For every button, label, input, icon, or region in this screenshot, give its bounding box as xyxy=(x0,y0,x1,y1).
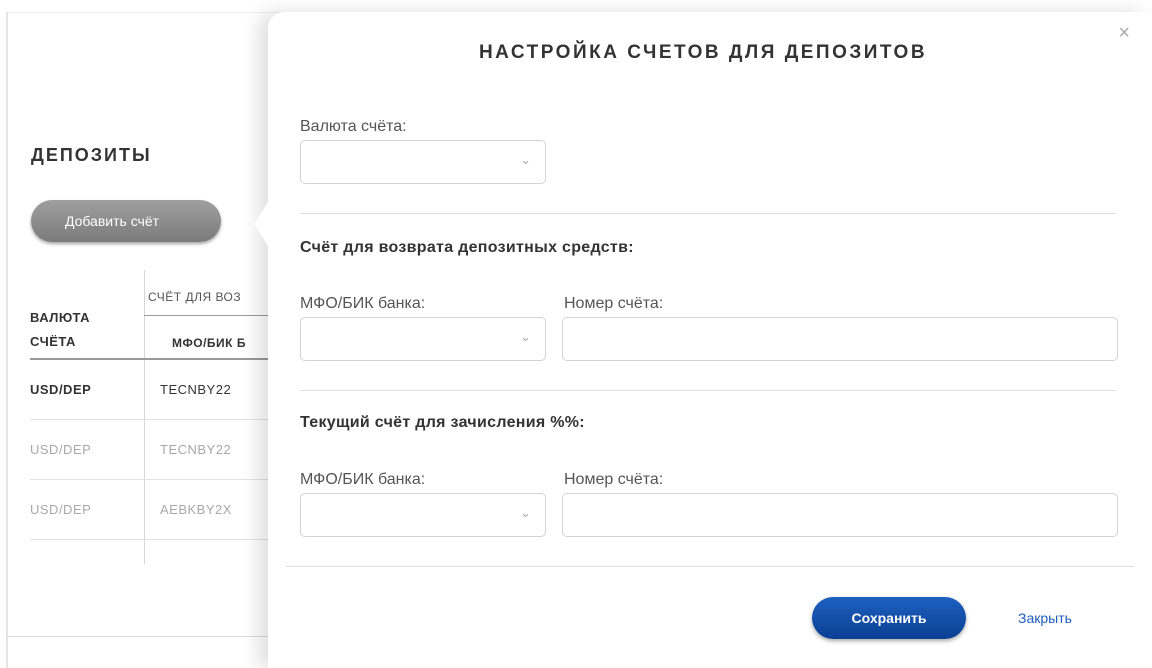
table-row[interactable]: USD/DEP AEBKBY2X xyxy=(30,480,280,540)
return-account-number-label: Номер счёта: xyxy=(564,295,664,312)
currency-select[interactable]: ⌄ xyxy=(300,140,546,184)
return-account-number-input[interactable] xyxy=(562,317,1118,361)
page-title: ДЕПОЗИТЫ xyxy=(31,145,152,165)
row-currency: USD/DEP xyxy=(30,502,92,517)
return-mfo-select[interactable]: ⌄ xyxy=(300,317,546,361)
page-frame-left xyxy=(6,12,8,668)
row-currency: USD/DEP xyxy=(30,442,92,457)
interest-account-number-input[interactable] xyxy=(562,493,1118,537)
interest-mfo-select[interactable]: ⌄ xyxy=(300,493,546,537)
chevron-down-icon: ⌄ xyxy=(520,152,531,167)
column-header-currency: ВАЛЮТА СЧЁТА xyxy=(30,306,90,354)
column-header-currency-line2: СЧЁТА xyxy=(30,334,76,349)
interest-account-section-title: Текущий счёт для зачисления %%: xyxy=(300,414,585,431)
table-row[interactable]: USD/DEP TECNBY22 xyxy=(30,420,280,480)
deposit-accounts-dialog: НАСТРОЙКА СЧЕТОВ ДЛЯ ДЕПОЗИТОВ × Валюта … xyxy=(254,12,1152,668)
section-divider xyxy=(300,390,1116,391)
interest-account-number-label: Номер счёта: xyxy=(564,471,664,488)
table-row[interactable]: USD/DEP TECNBY22 xyxy=(30,360,280,420)
close-icon[interactable]: × xyxy=(1118,22,1130,44)
header-group-underline xyxy=(144,315,284,316)
dialog-pointer xyxy=(254,202,268,246)
dialog-title: НАСТРОЙКА СЧЕТОВ ДЛЯ ДЕПОЗИТОВ xyxy=(478,42,928,63)
save-button[interactable]: Сохранить xyxy=(812,597,966,639)
row-mfo: TECNBY22 xyxy=(160,382,232,397)
footer-divider xyxy=(286,566,1134,567)
deposits-table: ВАЛЮТА СЧЁТА СЧЁТ ДЛЯ ВОЗ МФО/БИК Б USD/… xyxy=(30,270,290,570)
return-mfo-label: МФО/БИК банка: xyxy=(300,295,426,312)
screen: ДЕПОЗИТЫ Добавить счёт ВАЛЮТА СЧЁТА СЧЁТ… xyxy=(0,0,1152,668)
row-currency: USD/DEP xyxy=(30,382,92,397)
row-mfo: TECNBY22 xyxy=(160,442,232,457)
column-header-mfo: МФО/БИК Б xyxy=(172,336,246,350)
interest-mfo-label: МФО/БИК банка: xyxy=(300,471,426,488)
return-account-section-title: Счёт для возврата депозитных средств: xyxy=(300,239,634,256)
page-frame-bottom xyxy=(6,636,296,637)
chevron-down-icon: ⌄ xyxy=(520,329,531,344)
currency-label: Валюта счёта: xyxy=(300,118,407,135)
column-header-currency-line1: ВАЛЮТА xyxy=(30,310,91,325)
column-header-return-account: СЧЁТ ДЛЯ ВОЗ xyxy=(148,290,242,304)
close-link[interactable]: Закрыть xyxy=(1018,610,1072,626)
add-account-button[interactable]: Добавить счёт xyxy=(31,200,221,242)
row-mfo: AEBKBY2X xyxy=(160,502,232,517)
chevron-down-icon: ⌄ xyxy=(520,505,531,520)
section-divider xyxy=(300,213,1116,214)
